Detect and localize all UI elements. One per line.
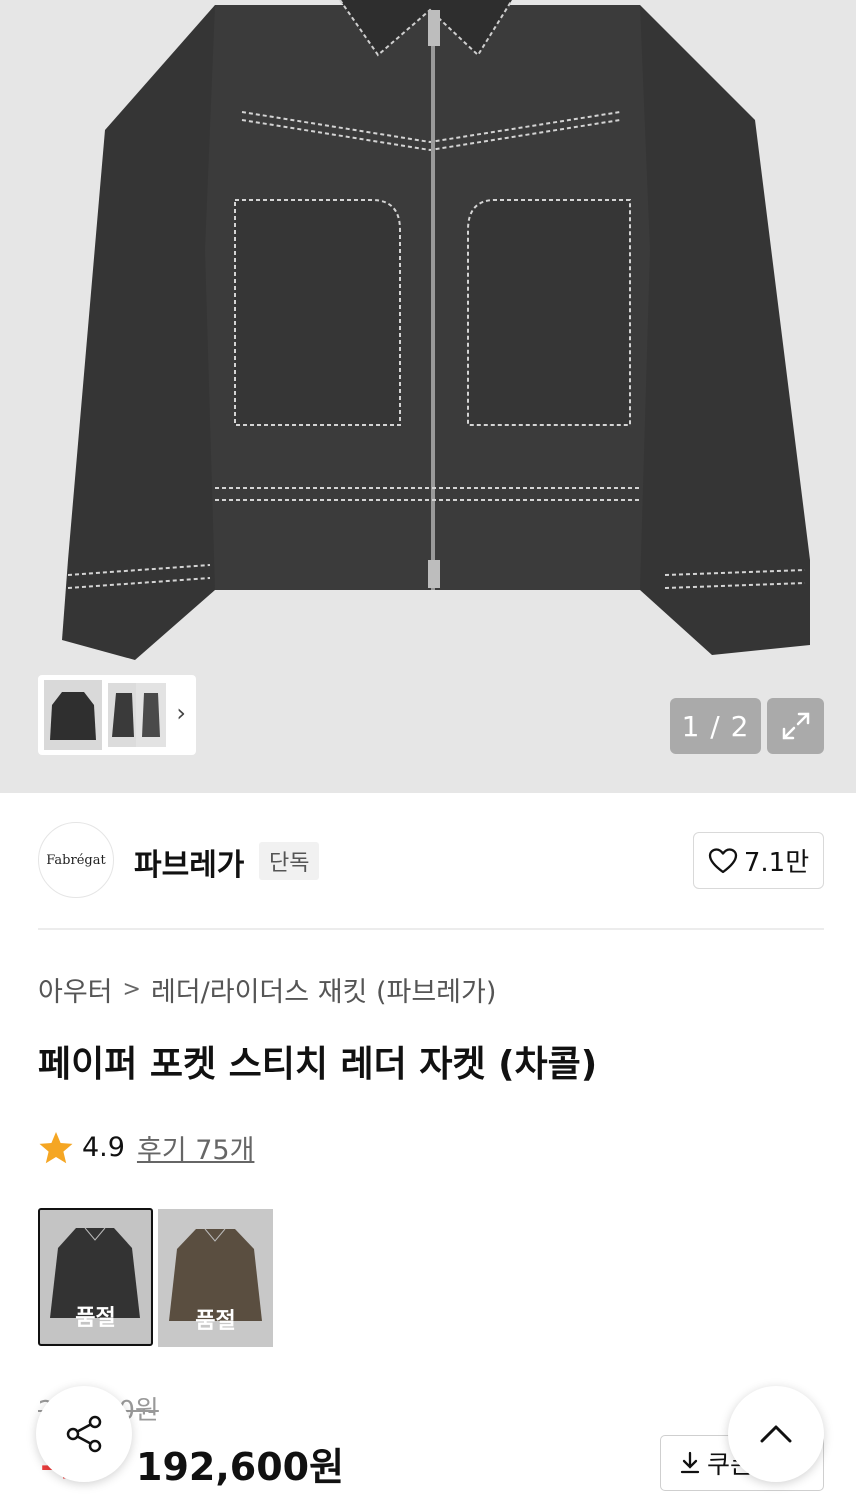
- rating-score: 4.9: [82, 1132, 125, 1163]
- brand-name[interactable]: 파브레가: [134, 840, 244, 884]
- expand-arrows-icon: [782, 712, 809, 740]
- breadcrumb-outer[interactable]: 아우터: [38, 970, 113, 1009]
- sold-out-label: 품절: [75, 1306, 116, 1331]
- thumbnail-side[interactable]: [108, 683, 138, 747]
- color-option-brown[interactable]: 품절: [158, 1209, 273, 1347]
- scroll-top-button[interactable]: [728, 1386, 824, 1482]
- exclusive-badge: 단독: [259, 842, 320, 880]
- expand-button[interactable]: [767, 698, 824, 754]
- image-counter: 1 / 2: [670, 698, 761, 754]
- like-count: 7.1만: [743, 848, 810, 878]
- thumbnail-strip[interactable]: ›: [38, 675, 196, 755]
- brand-logo[interactable]: Fabrégat: [38, 822, 114, 898]
- divider: [38, 928, 824, 930]
- product-image-gallery[interactable]: › 1 / 2: [0, 0, 856, 793]
- thumbnail-back[interactable]: [136, 683, 166, 747]
- jacket-thumb-icon: [112, 693, 134, 737]
- star-icon: [39, 1131, 73, 1163]
- sale-price: 192,600원: [136, 1445, 345, 1489]
- download-icon: [680, 1451, 700, 1474]
- reviews-link[interactable]: 후기 75개: [137, 1128, 254, 1167]
- chevron-right-icon[interactable]: ›: [176, 701, 186, 725]
- jacket-thumb-icon: [142, 693, 160, 737]
- like-button[interactable]: 7.1만: [693, 832, 824, 889]
- sold-out-label: 품절: [195, 1309, 236, 1334]
- color-option-charcoal[interactable]: 품절: [38, 1208, 153, 1346]
- heart-outline-icon: [708, 847, 738, 873]
- product-title: 페이퍼 포켓 스티치 레더 자켓 (차콜): [38, 1044, 598, 1085]
- share-icon: [66, 1415, 102, 1453]
- share-button[interactable]: [36, 1386, 132, 1482]
- thumbnail-front[interactable]: [44, 680, 102, 750]
- jacket-thumb-icon: [50, 692, 96, 740]
- breadcrumb: 아우터 > 레더/라이더스 재킷 (파브레가): [38, 970, 496, 1009]
- breadcrumb-separator-icon: >: [122, 977, 141, 1002]
- rating-row: 4.9 후기 75개: [38, 1128, 254, 1167]
- breadcrumb-leather-jacket[interactable]: 레더/라이더스 재킷 (파브레가): [151, 970, 496, 1009]
- chevron-up-icon: [760, 1425, 792, 1443]
